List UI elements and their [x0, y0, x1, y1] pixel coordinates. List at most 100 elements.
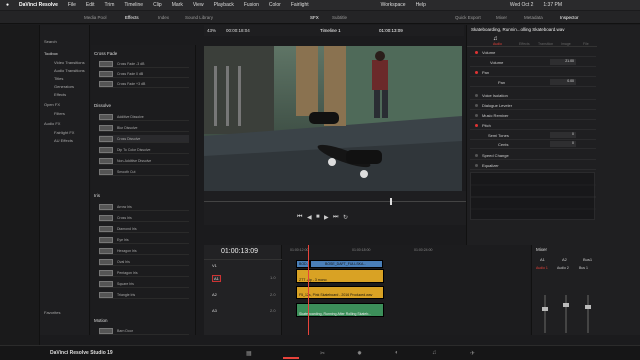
menu-color[interactable]: Color	[269, 2, 281, 8]
scrubber-playhead[interactable]	[390, 198, 392, 205]
playhead[interactable]	[308, 245, 309, 335]
tree-open-fx[interactable]: Open FX	[44, 102, 60, 107]
effects-tab[interactable]: Effects	[125, 15, 139, 20]
mixer-channel-bus1[interactable]: Bus1	[583, 257, 592, 262]
go-to-start-icon[interactable]: ⏮	[297, 214, 302, 221]
play-icon[interactable]: ▶	[324, 214, 329, 221]
tree-audio-transitions[interactable]: Audio Transitions	[54, 68, 85, 73]
tree-generators[interactable]: Generators	[54, 84, 74, 89]
fader-track[interactable]	[587, 295, 589, 333]
audio-clip[interactable]: F5_12s, Pink Skateboard - 2016 Produced.…	[296, 286, 384, 299]
quick-export-button[interactable]: Quick Export	[455, 15, 481, 20]
play-reverse-icon[interactable]: ◀	[307, 214, 312, 221]
fader-track[interactable]	[565, 295, 567, 333]
tab-file[interactable]: File	[583, 42, 589, 46]
subtitle-tab[interactable]: Subtitle	[332, 15, 347, 20]
timeline-area[interactable]: 01:00:12:00 01:00:18:00 01:00:24:00 BOD.…	[282, 245, 530, 335]
fx-item[interactable]: Barn Door	[99, 327, 189, 335]
track-v1-label[interactable]: V1	[212, 263, 217, 268]
tree-video-transitions[interactable]: Video Transitions	[54, 60, 85, 65]
menu-trim[interactable]: Trim	[105, 2, 115, 8]
tree-toolbox[interactable]: Toolbox	[44, 51, 58, 56]
index-tab[interactable]: Index	[158, 15, 169, 20]
fx-item[interactable]: Cross Dissolve	[99, 135, 189, 143]
enable-dot-icon[interactable]	[475, 154, 478, 157]
tree-audio-fx[interactable]: Audio FX	[44, 121, 60, 126]
tab-image[interactable]: Image	[561, 42, 571, 46]
viewer-scrubber-area[interactable]	[204, 191, 466, 211]
audio-clip[interactable]: ZTT .zip - 3 mono	[296, 269, 384, 283]
enable-dot-icon[interactable]	[475, 114, 478, 117]
volume-value[interactable]: 21.00	[550, 59, 576, 65]
media-page-icon[interactable]: ▦	[246, 350, 252, 357]
tree-favorites[interactable]: Favorites	[44, 310, 60, 315]
media-pool-tab[interactable]: Media Pool	[84, 15, 107, 20]
mixer-channel-a1[interactable]: A1	[540, 257, 545, 262]
semitones-value[interactable]: 0	[550, 132, 576, 138]
fx-item[interactable]: Additive Dissolve	[99, 113, 189, 121]
enable-dot-icon[interactable]	[475, 51, 478, 54]
tree-au-effects[interactable]: AU Effects	[54, 138, 73, 143]
cents-value[interactable]: 0	[550, 141, 576, 147]
audio-clip[interactable]: Skateboarding, Running After Rolling Ska…	[296, 303, 384, 317]
scrubber-track[interactable]	[204, 201, 466, 202]
enable-dot-icon[interactable]	[475, 104, 478, 107]
dialogue-leveler-section[interactable]: Dialogue Leveler	[470, 101, 596, 110]
tab-effects[interactable]: Effects	[519, 42, 530, 46]
tree-titles[interactable]: Titles	[54, 76, 63, 81]
fader-track[interactable]	[544, 295, 546, 333]
menu-fusion[interactable]: Fusion	[244, 2, 259, 8]
library-search[interactable]: Search	[44, 39, 57, 44]
fx-item[interactable]: Blur Dissolve	[99, 124, 189, 132]
enable-dot-icon[interactable]	[475, 124, 478, 127]
menu-workspace[interactable]: Workspace	[381, 2, 406, 8]
fader-knob[interactable]	[563, 303, 569, 307]
pitch-section[interactable]: Pitch	[470, 121, 596, 130]
app-menu[interactable]: DaVinci Resolve	[19, 2, 58, 8]
menu-clip[interactable]: Clip	[153, 2, 162, 8]
menu-edit[interactable]: Edit	[86, 2, 95, 8]
voice-isolation-section[interactable]: Voice Isolation	[470, 91, 596, 100]
fx-item[interactable]: Square Iris	[99, 280, 189, 288]
track-a2-label[interactable]: A2	[212, 292, 217, 297]
fairlight-page-icon[interactable]: ♫	[432, 350, 437, 356]
fx-item[interactable]: Oval Iris	[99, 258, 189, 266]
tree-filters[interactable]: Filters	[54, 111, 65, 116]
equalizer-section[interactable]: Equalizer	[470, 161, 596, 170]
tab-audio[interactable]: Audio	[493, 42, 502, 46]
tab-transition[interactable]: Transition	[538, 42, 553, 46]
pan-section[interactable]: Pan	[470, 68, 596, 77]
metadata-tab[interactable]: Metadata	[524, 15, 543, 20]
enable-dot-icon[interactable]	[475, 71, 478, 74]
fx-item[interactable]: Triangle Iris	[99, 291, 189, 299]
zoom-level[interactable]: 43%	[207, 28, 216, 33]
mixer-tab[interactable]: Mixer	[496, 15, 507, 20]
fusion-page-icon[interactable]: ✸	[357, 350, 362, 357]
fx-item[interactable]: Smooth Cut	[99, 168, 189, 176]
tree-effects[interactable]: Effects	[54, 92, 66, 97]
mixer-channel-a2[interactable]: A2	[562, 257, 567, 262]
fader-knob[interactable]	[542, 307, 548, 311]
menu-view[interactable]: View	[193, 2, 204, 8]
menu-file[interactable]: File	[68, 2, 76, 8]
apple-icon[interactable]: ●	[6, 2, 9, 8]
fx-item[interactable]: Pentagon Iris	[99, 269, 189, 277]
inspector-tab[interactable]: Inspector	[560, 15, 579, 20]
menu-fairlight[interactable]: Fairlight	[291, 2, 309, 8]
tree-fairlight-fx[interactable]: Fairlight FX	[54, 130, 74, 135]
deliver-page-icon[interactable]: ✈	[470, 350, 475, 357]
stop-icon[interactable]: ■	[316, 214, 320, 220]
fx-item[interactable]: Cross Fade +3 dB	[99, 80, 189, 88]
video-clip[interactable]: BOSE_DAFT_FULLSKA...	[310, 260, 383, 268]
cut-page-icon[interactable]	[283, 347, 299, 359]
track-a3-label[interactable]: A3	[212, 308, 217, 313]
fx-item[interactable]: Dip To Color Dissolve	[99, 146, 189, 154]
loop-icon[interactable]: ↻	[343, 214, 348, 221]
fx-item[interactable]: Cross Fade -3 dB	[99, 60, 189, 68]
go-to-end-icon[interactable]: ⏭	[333, 214, 338, 221]
menu-timeline[interactable]: Timeline	[124, 2, 143, 8]
volume-section[interactable]: Volume	[470, 48, 596, 57]
enable-dot-icon[interactable]	[475, 164, 478, 167]
color-page-icon[interactable]: ◐	[395, 350, 399, 356]
fx-item[interactable]: Hexagon Iris	[99, 247, 189, 255]
